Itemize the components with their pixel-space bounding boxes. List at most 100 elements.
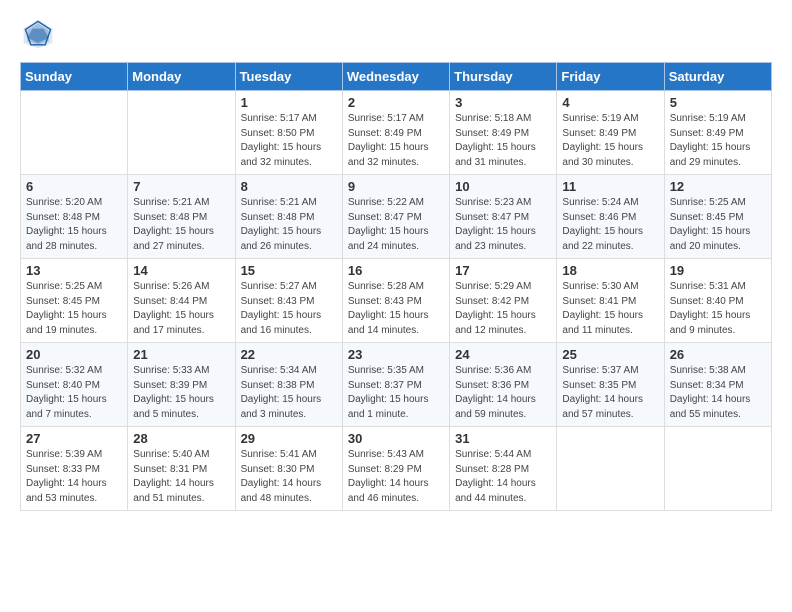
day-cell — [664, 427, 771, 511]
day-number: 10 — [455, 179, 551, 194]
day-cell: 22 Sunrise: 5:34 AM Sunset: 8:38 PM Dayli… — [235, 343, 342, 427]
calendar-table: SundayMondayTuesdayWednesdayThursdayFrid… — [20, 62, 772, 511]
day-info: Sunrise: 5:30 AM Sunset: 8:41 PM Dayligh… — [562, 280, 658, 338]
day-info: Sunrise: 5:38 AM Sunset: 8:34 PM Dayligh… — [670, 364, 766, 422]
day-cell: 5 Sunrise: 5:19 AM Sunset: 8:49 PM Daylig… — [664, 91, 771, 175]
weekday-header-thursday: Thursday — [450, 63, 557, 91]
day-number: 6 — [26, 179, 122, 194]
day-number: 2 — [348, 95, 444, 110]
day-number: 13 — [26, 263, 122, 278]
day-number: 29 — [241, 431, 337, 446]
day-number: 1 — [241, 95, 337, 110]
day-cell — [557, 427, 664, 511]
day-cell: 27 Sunrise: 5:39 AM Sunset: 8:33 PM Dayli… — [21, 427, 128, 511]
weekday-header-sunday: Sunday — [21, 63, 128, 91]
logo-icon — [20, 16, 56, 52]
day-number: 19 — [670, 263, 766, 278]
day-info: Sunrise: 5:24 AM Sunset: 8:46 PM Dayligh… — [562, 196, 658, 254]
weekday-header-tuesday: Tuesday — [235, 63, 342, 91]
logo — [20, 16, 62, 52]
day-info: Sunrise: 5:31 AM Sunset: 8:40 PM Dayligh… — [670, 280, 766, 338]
day-cell: 12 Sunrise: 5:25 AM Sunset: 8:45 PM Dayli… — [664, 175, 771, 259]
day-cell: 6 Sunrise: 5:20 AM Sunset: 8:48 PM Daylig… — [21, 175, 128, 259]
day-cell: 19 Sunrise: 5:31 AM Sunset: 8:40 PM Dayli… — [664, 259, 771, 343]
day-number: 17 — [455, 263, 551, 278]
day-number: 18 — [562, 263, 658, 278]
day-info: Sunrise: 5:37 AM Sunset: 8:35 PM Dayligh… — [562, 364, 658, 422]
day-number: 30 — [348, 431, 444, 446]
day-info: Sunrise: 5:40 AM Sunset: 8:31 PM Dayligh… — [133, 448, 229, 506]
weekday-header-row: SundayMondayTuesdayWednesdayThursdayFrid… — [21, 63, 772, 91]
day-cell: 15 Sunrise: 5:27 AM Sunset: 8:43 PM Dayli… — [235, 259, 342, 343]
day-info: Sunrise: 5:25 AM Sunset: 8:45 PM Dayligh… — [26, 280, 122, 338]
day-cell: 14Sunrise: 5:26 AM Sunset: 8:44 PM Dayli… — [128, 259, 235, 343]
day-number: 22 — [241, 347, 337, 362]
day-info: Sunrise: 5:29 AM Sunset: 8:42 PM Dayligh… — [455, 280, 551, 338]
day-number: 16 — [348, 263, 444, 278]
day-info: Sunrise: 5:35 AM Sunset: 8:37 PM Dayligh… — [348, 364, 444, 422]
day-cell: 10 Sunrise: 5:23 AM Sunset: 8:47 PM Dayli… — [450, 175, 557, 259]
day-info: Sunrise: 5:32 AM Sunset: 8:40 PM Dayligh… — [26, 364, 122, 422]
day-info: Sunrise: 5:18 AM Sunset: 8:49 PM Dayligh… — [455, 112, 551, 170]
day-info: Sunrise: 5:44 AM Sunset: 8:28 PM Dayligh… — [455, 448, 551, 506]
day-number: 11 — [562, 179, 658, 194]
day-number: 20 — [26, 347, 122, 362]
day-info: Sunrise: 5:21 AM Sunset: 8:48 PM Dayligh… — [133, 196, 229, 254]
day-cell — [21, 91, 128, 175]
day-number: 28 — [133, 431, 229, 446]
week-row-5: 27 Sunrise: 5:39 AM Sunset: 8:33 PM Dayli… — [21, 427, 772, 511]
day-number: 8 — [241, 179, 337, 194]
day-info: Sunrise: 5:20 AM Sunset: 8:48 PM Dayligh… — [26, 196, 122, 254]
day-cell: 20 Sunrise: 5:32 AM Sunset: 8:40 PM Dayli… — [21, 343, 128, 427]
day-cell: 23Sunrise: 5:35 AM Sunset: 8:37 PM Dayli… — [342, 343, 449, 427]
week-row-4: 20 Sunrise: 5:32 AM Sunset: 8:40 PM Dayli… — [21, 343, 772, 427]
day-info: Sunrise: 5:41 AM Sunset: 8:30 PM Dayligh… — [241, 448, 337, 506]
weekday-header-monday: Monday — [128, 63, 235, 91]
day-number: 31 — [455, 431, 551, 446]
day-number: 27 — [26, 431, 122, 446]
day-number: 26 — [670, 347, 766, 362]
day-info: Sunrise: 5:17 AM Sunset: 8:49 PM Dayligh… — [348, 112, 444, 170]
day-cell — [128, 91, 235, 175]
page-header — [20, 16, 772, 52]
day-info: Sunrise: 5:19 AM Sunset: 8:49 PM Dayligh… — [670, 112, 766, 170]
day-cell: 2 Sunrise: 5:17 AM Sunset: 8:49 PM Daylig… — [342, 91, 449, 175]
day-cell: 9Sunrise: 5:22 AM Sunset: 8:47 PM Daylig… — [342, 175, 449, 259]
day-cell: 1 Sunrise: 5:17 AM Sunset: 8:50 PM Daylig… — [235, 91, 342, 175]
day-number: 5 — [670, 95, 766, 110]
day-info: Sunrise: 5:27 AM Sunset: 8:43 PM Dayligh… — [241, 280, 337, 338]
day-cell: 17 Sunrise: 5:29 AM Sunset: 8:42 PM Dayli… — [450, 259, 557, 343]
day-number: 25 — [562, 347, 658, 362]
day-info: Sunrise: 5:19 AM Sunset: 8:49 PM Dayligh… — [562, 112, 658, 170]
day-cell: 26 Sunrise: 5:38 AM Sunset: 8:34 PM Dayli… — [664, 343, 771, 427]
day-info: Sunrise: 5:28 AM Sunset: 8:43 PM Dayligh… — [348, 280, 444, 338]
weekday-header-saturday: Saturday — [664, 63, 771, 91]
day-cell: 24Sunrise: 5:36 AM Sunset: 8:36 PM Dayli… — [450, 343, 557, 427]
day-info: Sunrise: 5:34 AM Sunset: 8:38 PM Dayligh… — [241, 364, 337, 422]
day-cell: 16 Sunrise: 5:28 AM Sunset: 8:43 PM Dayli… — [342, 259, 449, 343]
day-info: Sunrise: 5:21 AM Sunset: 8:48 PM Dayligh… — [241, 196, 337, 254]
day-cell: 21Sunrise: 5:33 AM Sunset: 8:39 PM Dayli… — [128, 343, 235, 427]
day-cell: 11 Sunrise: 5:24 AM Sunset: 8:46 PM Dayli… — [557, 175, 664, 259]
day-cell: 13 Sunrise: 5:25 AM Sunset: 8:45 PM Dayli… — [21, 259, 128, 343]
day-info: Sunrise: 5:36 AM Sunset: 8:36 PM Dayligh… — [455, 364, 551, 422]
day-number: 4 — [562, 95, 658, 110]
day-info: Sunrise: 5:23 AM Sunset: 8:47 PM Dayligh… — [455, 196, 551, 254]
day-cell: 7Sunrise: 5:21 AM Sunset: 8:48 PM Daylig… — [128, 175, 235, 259]
week-row-2: 6 Sunrise: 5:20 AM Sunset: 8:48 PM Daylig… — [21, 175, 772, 259]
week-row-1: 1 Sunrise: 5:17 AM Sunset: 8:50 PM Daylig… — [21, 91, 772, 175]
day-cell: 31 Sunrise: 5:44 AM Sunset: 8:28 PM Dayli… — [450, 427, 557, 511]
day-info: Sunrise: 5:43 AM Sunset: 8:29 PM Dayligh… — [348, 448, 444, 506]
day-cell: 18 Sunrise: 5:30 AM Sunset: 8:41 PM Dayli… — [557, 259, 664, 343]
day-info: Sunrise: 5:39 AM Sunset: 8:33 PM Dayligh… — [26, 448, 122, 506]
day-info: Sunrise: 5:17 AM Sunset: 8:50 PM Dayligh… — [241, 112, 337, 170]
day-cell: 30 Sunrise: 5:43 AM Sunset: 8:29 PM Dayli… — [342, 427, 449, 511]
day-cell: 3Sunrise: 5:18 AM Sunset: 8:49 PM Daylig… — [450, 91, 557, 175]
day-number: 12 — [670, 179, 766, 194]
day-cell: 8 Sunrise: 5:21 AM Sunset: 8:48 PM Daylig… — [235, 175, 342, 259]
day-info: Sunrise: 5:25 AM Sunset: 8:45 PM Dayligh… — [670, 196, 766, 254]
day-number: 15 — [241, 263, 337, 278]
day-number: 9 — [348, 179, 444, 194]
day-cell: 4 Sunrise: 5:19 AM Sunset: 8:49 PM Daylig… — [557, 91, 664, 175]
weekday-header-wednesday: Wednesday — [342, 63, 449, 91]
